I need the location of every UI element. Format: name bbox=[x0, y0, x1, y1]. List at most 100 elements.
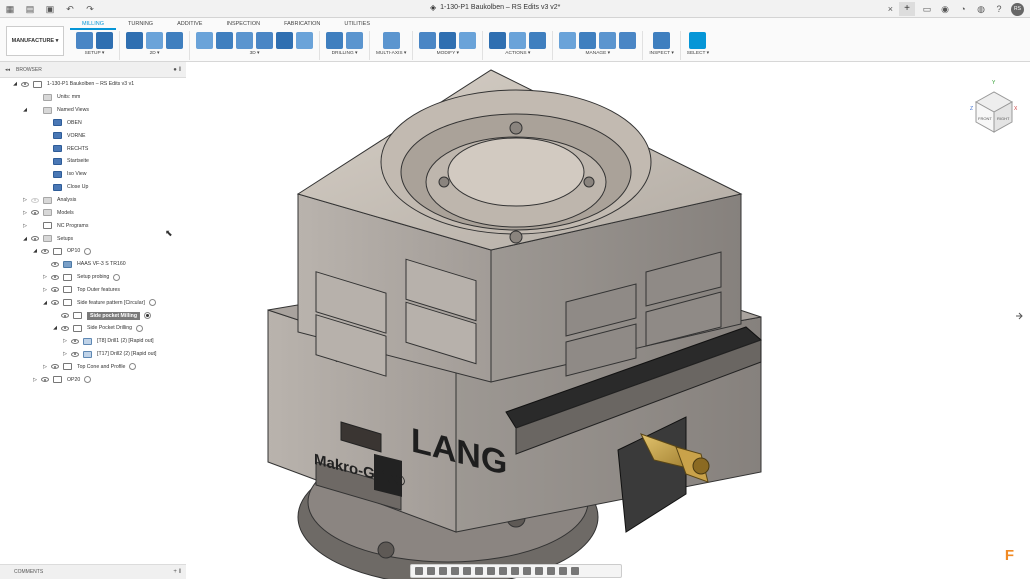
visibility-eye-icon[interactable] bbox=[51, 261, 59, 267]
ribbon-tool-icon[interactable] bbox=[96, 32, 113, 49]
ribbon-tool-icon[interactable] bbox=[256, 32, 273, 49]
new-tab-button[interactable]: + bbox=[899, 2, 915, 16]
ribbon-tool-icon[interactable] bbox=[529, 32, 547, 49]
active-toggle-icon[interactable] bbox=[135, 324, 143, 332]
ribbon-group-label[interactable]: MANAGE ▾ bbox=[586, 51, 611, 56]
ribbon-tool-icon[interactable] bbox=[653, 32, 671, 49]
orbit-icon[interactable] bbox=[415, 567, 423, 575]
visibility-eye-icon[interactable] bbox=[21, 81, 29, 87]
ribbon-tool-icon[interactable] bbox=[326, 32, 343, 49]
tree-item[interactable]: ◢ OP10 bbox=[0, 245, 186, 258]
tree-item[interactable]: Units: mm bbox=[0, 91, 186, 104]
expand-arrow-icon[interactable]: ◢ bbox=[42, 300, 48, 306]
undo-icon[interactable]: ↶ bbox=[64, 3, 76, 15]
visibility-eye-icon[interactable] bbox=[61, 313, 69, 319]
tab-additive[interactable]: ADDITIVE bbox=[165, 20, 214, 30]
browser-pin-icon[interactable]: ● ‖ bbox=[173, 62, 181, 78]
ribbon-tool-icon[interactable] bbox=[166, 32, 183, 49]
ribbon-tool-icon[interactable] bbox=[509, 32, 527, 49]
tree-item[interactable]: ▷ Top Cone and Profile bbox=[0, 361, 186, 374]
ribbon-tool-icon[interactable] bbox=[126, 32, 143, 49]
active-toggle-icon[interactable] bbox=[113, 273, 121, 281]
section-icon[interactable] bbox=[523, 567, 531, 575]
active-toggle-icon[interactable] bbox=[84, 376, 92, 384]
ribbon-tool-icon[interactable] bbox=[489, 32, 507, 49]
tree-item[interactable]: ▷ Top Outer features bbox=[0, 284, 186, 297]
ribbon-group-label[interactable]: 2D ▾ bbox=[150, 51, 160, 56]
tree-item[interactable]: Side pocket Milling bbox=[0, 309, 186, 322]
ribbon-tool-icon[interactable] bbox=[216, 32, 233, 49]
ribbon-group-label[interactable]: DRILLING ▾ bbox=[332, 51, 358, 56]
visibility-eye-icon[interactable] bbox=[31, 236, 39, 242]
tab-utilities[interactable]: UTILITIES bbox=[332, 20, 382, 30]
expand-arrow-icon[interactable]: ◢ bbox=[22, 236, 28, 242]
expand-arrow-icon[interactable]: ▷ bbox=[22, 210, 28, 216]
file-menu-icon[interactable]: ▤ bbox=[24, 3, 36, 15]
expand-arrow-icon[interactable]: ◢ bbox=[52, 325, 58, 331]
expand-arrow-icon[interactable]: ▷ bbox=[22, 223, 28, 229]
app-grid-icon[interactable]: ▦ bbox=[4, 3, 16, 15]
3d-viewport[interactable]: LANG Makro-Grip® FRONT RIGHT Y Z X bbox=[186, 62, 1030, 581]
extensions-icon[interactable]: ◉ bbox=[939, 3, 951, 15]
expand-arrow-icon[interactable]: ▷ bbox=[32, 377, 38, 383]
ribbon-group-label[interactable]: MULTI-AXIS ▾ bbox=[376, 51, 406, 56]
toolpath-icon[interactable] bbox=[559, 567, 567, 575]
tree-item[interactable]: ◢ Side Pocket Drilling bbox=[0, 322, 186, 335]
comments-panel[interactable]: COMMENTS + ‖ bbox=[0, 564, 186, 579]
expand-arrow-icon[interactable]: ◢ bbox=[12, 81, 18, 87]
tab-milling[interactable]: MILLING bbox=[70, 20, 117, 30]
visibility-eye-icon[interactable] bbox=[41, 377, 49, 383]
tree-item[interactable]: ▷ [T17] Drill2 (2) [Rapid out] bbox=[0, 348, 186, 361]
workspace-switcher[interactable]: MANUFACTURE ▾ bbox=[6, 26, 64, 56]
ribbon-tool-icon[interactable] bbox=[619, 32, 637, 49]
tree-item[interactable]: VORNE bbox=[0, 129, 186, 142]
job-status-icon[interactable]: ◔ bbox=[957, 3, 969, 15]
visibility-eye-icon[interactable] bbox=[41, 248, 49, 254]
close-tab-button[interactable]: × bbox=[888, 4, 893, 14]
ribbon-tool-icon[interactable] bbox=[419, 32, 437, 49]
ribbon-group-label[interactable]: ACTIONS ▾ bbox=[505, 51, 530, 56]
tree-item[interactable]: ◢ 1-130-P1 Baukolben – RS Edits v3 v1 bbox=[0, 78, 186, 91]
comments-toggle-icon[interactable]: + ‖ bbox=[173, 565, 181, 579]
expand-arrow-icon[interactable]: ▷ bbox=[42, 364, 48, 370]
viewports-icon[interactable] bbox=[499, 567, 507, 575]
expand-arrow-icon[interactable]: ▷ bbox=[62, 338, 68, 344]
chat-icon[interactable]: ▭ bbox=[921, 3, 933, 15]
ribbon-tool-icon[interactable] bbox=[296, 32, 313, 49]
save-icon[interactable]: ▣ bbox=[44, 3, 56, 15]
tree-item[interactable]: ◢ Setups bbox=[0, 232, 186, 245]
tree-item[interactable]: ▷ NC Programs bbox=[0, 219, 186, 232]
simulation-icon[interactable] bbox=[511, 567, 519, 575]
ribbon-tool-icon[interactable] bbox=[599, 32, 617, 49]
tree-item[interactable]: ▷ Setup probing bbox=[0, 271, 186, 284]
zoom-icon[interactable] bbox=[451, 567, 459, 575]
active-toggle-icon[interactable] bbox=[143, 312, 151, 320]
ribbon-tool-icon[interactable] bbox=[689, 32, 707, 49]
display-settings-icon[interactable] bbox=[475, 567, 483, 575]
visibility-eye-icon[interactable] bbox=[71, 338, 79, 344]
tree-item[interactable]: ▷ Analysis bbox=[0, 194, 186, 207]
tree-item[interactable]: Startseite bbox=[0, 155, 186, 168]
ribbon-tool-icon[interactable] bbox=[276, 32, 293, 49]
ribbon-tool-icon[interactable] bbox=[76, 32, 93, 49]
ribbon-tool-icon[interactable] bbox=[146, 32, 163, 49]
visibility-eye-icon[interactable] bbox=[31, 210, 39, 216]
ribbon-tool-icon[interactable] bbox=[346, 32, 363, 49]
visibility-eye-icon[interactable] bbox=[51, 300, 59, 306]
ribbon-group-label[interactable]: SETUP ▾ bbox=[85, 51, 105, 56]
expand-arrow-icon[interactable]: ▷ bbox=[22, 197, 28, 203]
help-icon[interactable]: ? bbox=[993, 3, 1005, 15]
expand-arrow-icon[interactable]: ▷ bbox=[42, 274, 48, 280]
fit-icon[interactable] bbox=[463, 567, 471, 575]
ribbon-tool-icon[interactable] bbox=[579, 32, 597, 49]
ribbon-tool-icon[interactable] bbox=[196, 32, 213, 49]
active-toggle-icon[interactable] bbox=[84, 247, 92, 255]
tree-item[interactable]: ◢ Named Views bbox=[0, 104, 186, 117]
active-toggle-icon[interactable] bbox=[148, 299, 156, 307]
pan-icon[interactable] bbox=[439, 567, 447, 575]
move-arrow-icon[interactable] bbox=[1016, 312, 1023, 320]
ribbon-tool-icon[interactable] bbox=[382, 32, 400, 49]
viewcube[interactable]: FRONT RIGHT Y Z X bbox=[970, 80, 1018, 133]
visibility-eye-icon[interactable] bbox=[51, 274, 59, 280]
ribbon-tool-icon[interactable] bbox=[236, 32, 253, 49]
